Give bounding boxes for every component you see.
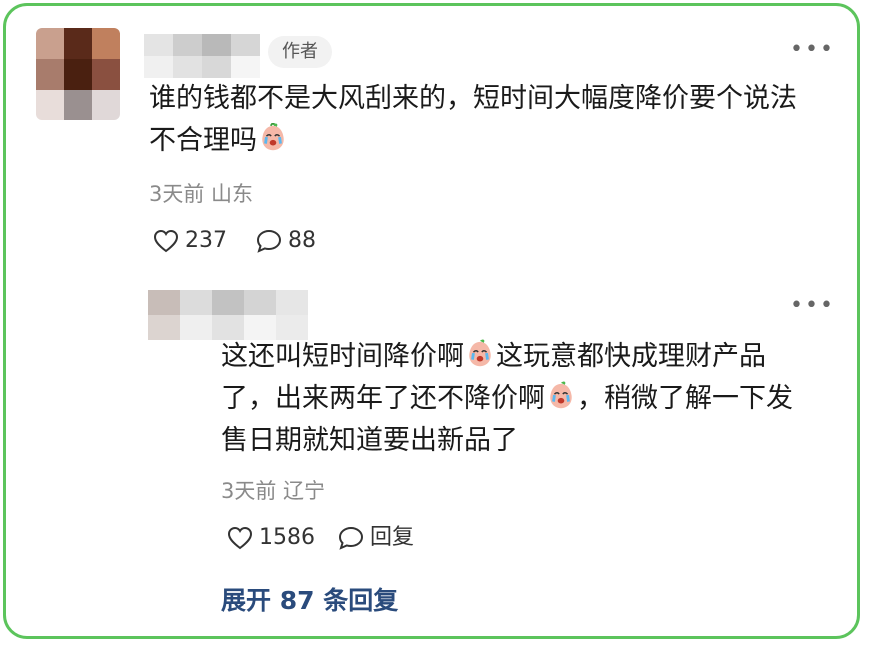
name-blur-pixel: [231, 56, 260, 78]
name-blur-pixel: [173, 34, 202, 56]
heart-icon: [153, 229, 179, 253]
crying-emoji-icon: [469, 339, 491, 367]
avatar-pixel: [92, 90, 120, 120]
reply-text-segment: 这玩意都快成理财产品: [496, 341, 766, 372]
reply-username-blurred[interactable]: [148, 290, 308, 340]
more-dots-icon[interactable]: •••: [790, 295, 835, 317]
author-badge: 作者: [268, 36, 332, 68]
comment-text-line-1: 谁的钱都不是大风刮来的，短时间大幅度降价要个说法: [149, 83, 797, 114]
reply-label: 回复: [370, 525, 415, 550]
comment-time-location: 3天前 山东: [149, 182, 254, 206]
reply-count: 88: [288, 228, 316, 253]
avatar-pixel: [92, 28, 120, 59]
avatar-pixel: [64, 28, 92, 59]
name-blur-pixel: [144, 34, 173, 56]
avatar-pixel: [36, 28, 64, 59]
like-button[interactable]: 237: [153, 228, 227, 254]
reply-text-line-2: 了，出来两年了还不降价啊 ，稍微了解一下发: [221, 379, 793, 419]
reply-text-line-1: 这还叫短时间降价啊 这玩意都快成理财产品: [221, 337, 766, 377]
like-button[interactable]: 1586: [227, 525, 315, 551]
avatar-pixel: [92, 59, 120, 90]
avatar[interactable]: [36, 28, 120, 120]
name-blur-pixel: [202, 56, 231, 78]
reply-button[interactable]: 88: [256, 228, 316, 254]
expand-replies-link[interactable]: 展开 87 条回复: [221, 584, 398, 618]
reply-button[interactable]: 回复: [338, 525, 414, 551]
comment-text-line-2: 不合理吗: [149, 121, 289, 161]
reply-text-segment: 了，出来两年了还不降价啊: [221, 383, 545, 414]
heart-icon: [227, 526, 253, 550]
comment-bubble-icon: [256, 229, 282, 253]
name-blur-pixel: [276, 290, 308, 315]
username-blurred[interactable]: [144, 34, 260, 78]
name-blur-pixel: [202, 34, 231, 56]
name-blur-pixel: [144, 56, 173, 78]
name-blur-pixel: [231, 34, 260, 56]
like-count: 1586: [259, 525, 315, 550]
like-count: 237: [185, 228, 227, 253]
reply-text-segment: ，稍微了解一下发: [577, 383, 793, 414]
avatar-pixel: [36, 90, 64, 120]
crying-emoji-icon: [262, 123, 284, 151]
avatar-pixel: [64, 90, 92, 120]
name-blur-pixel: [244, 290, 276, 315]
more-dots-icon[interactable]: •••: [790, 39, 835, 61]
comment-text-segment: 不合理吗: [149, 125, 257, 156]
name-blur-pixel: [180, 315, 212, 340]
avatar-pixel: [36, 59, 64, 90]
name-blur-pixel: [212, 290, 244, 315]
name-blur-pixel: [180, 290, 212, 315]
reply-text-line-3: 售日期就知道要出新品了: [221, 425, 518, 456]
reply-time-location: 3天前 辽宁: [221, 479, 326, 503]
avatar-pixel: [64, 59, 92, 90]
name-blur-pixel: [148, 290, 180, 315]
name-blur-pixel: [173, 56, 202, 78]
reply-text-segment: 这还叫短时间降价啊: [221, 341, 464, 372]
comment-bubble-icon: [338, 526, 364, 550]
name-blur-pixel: [148, 315, 180, 340]
crying-emoji-icon: [550, 381, 572, 409]
